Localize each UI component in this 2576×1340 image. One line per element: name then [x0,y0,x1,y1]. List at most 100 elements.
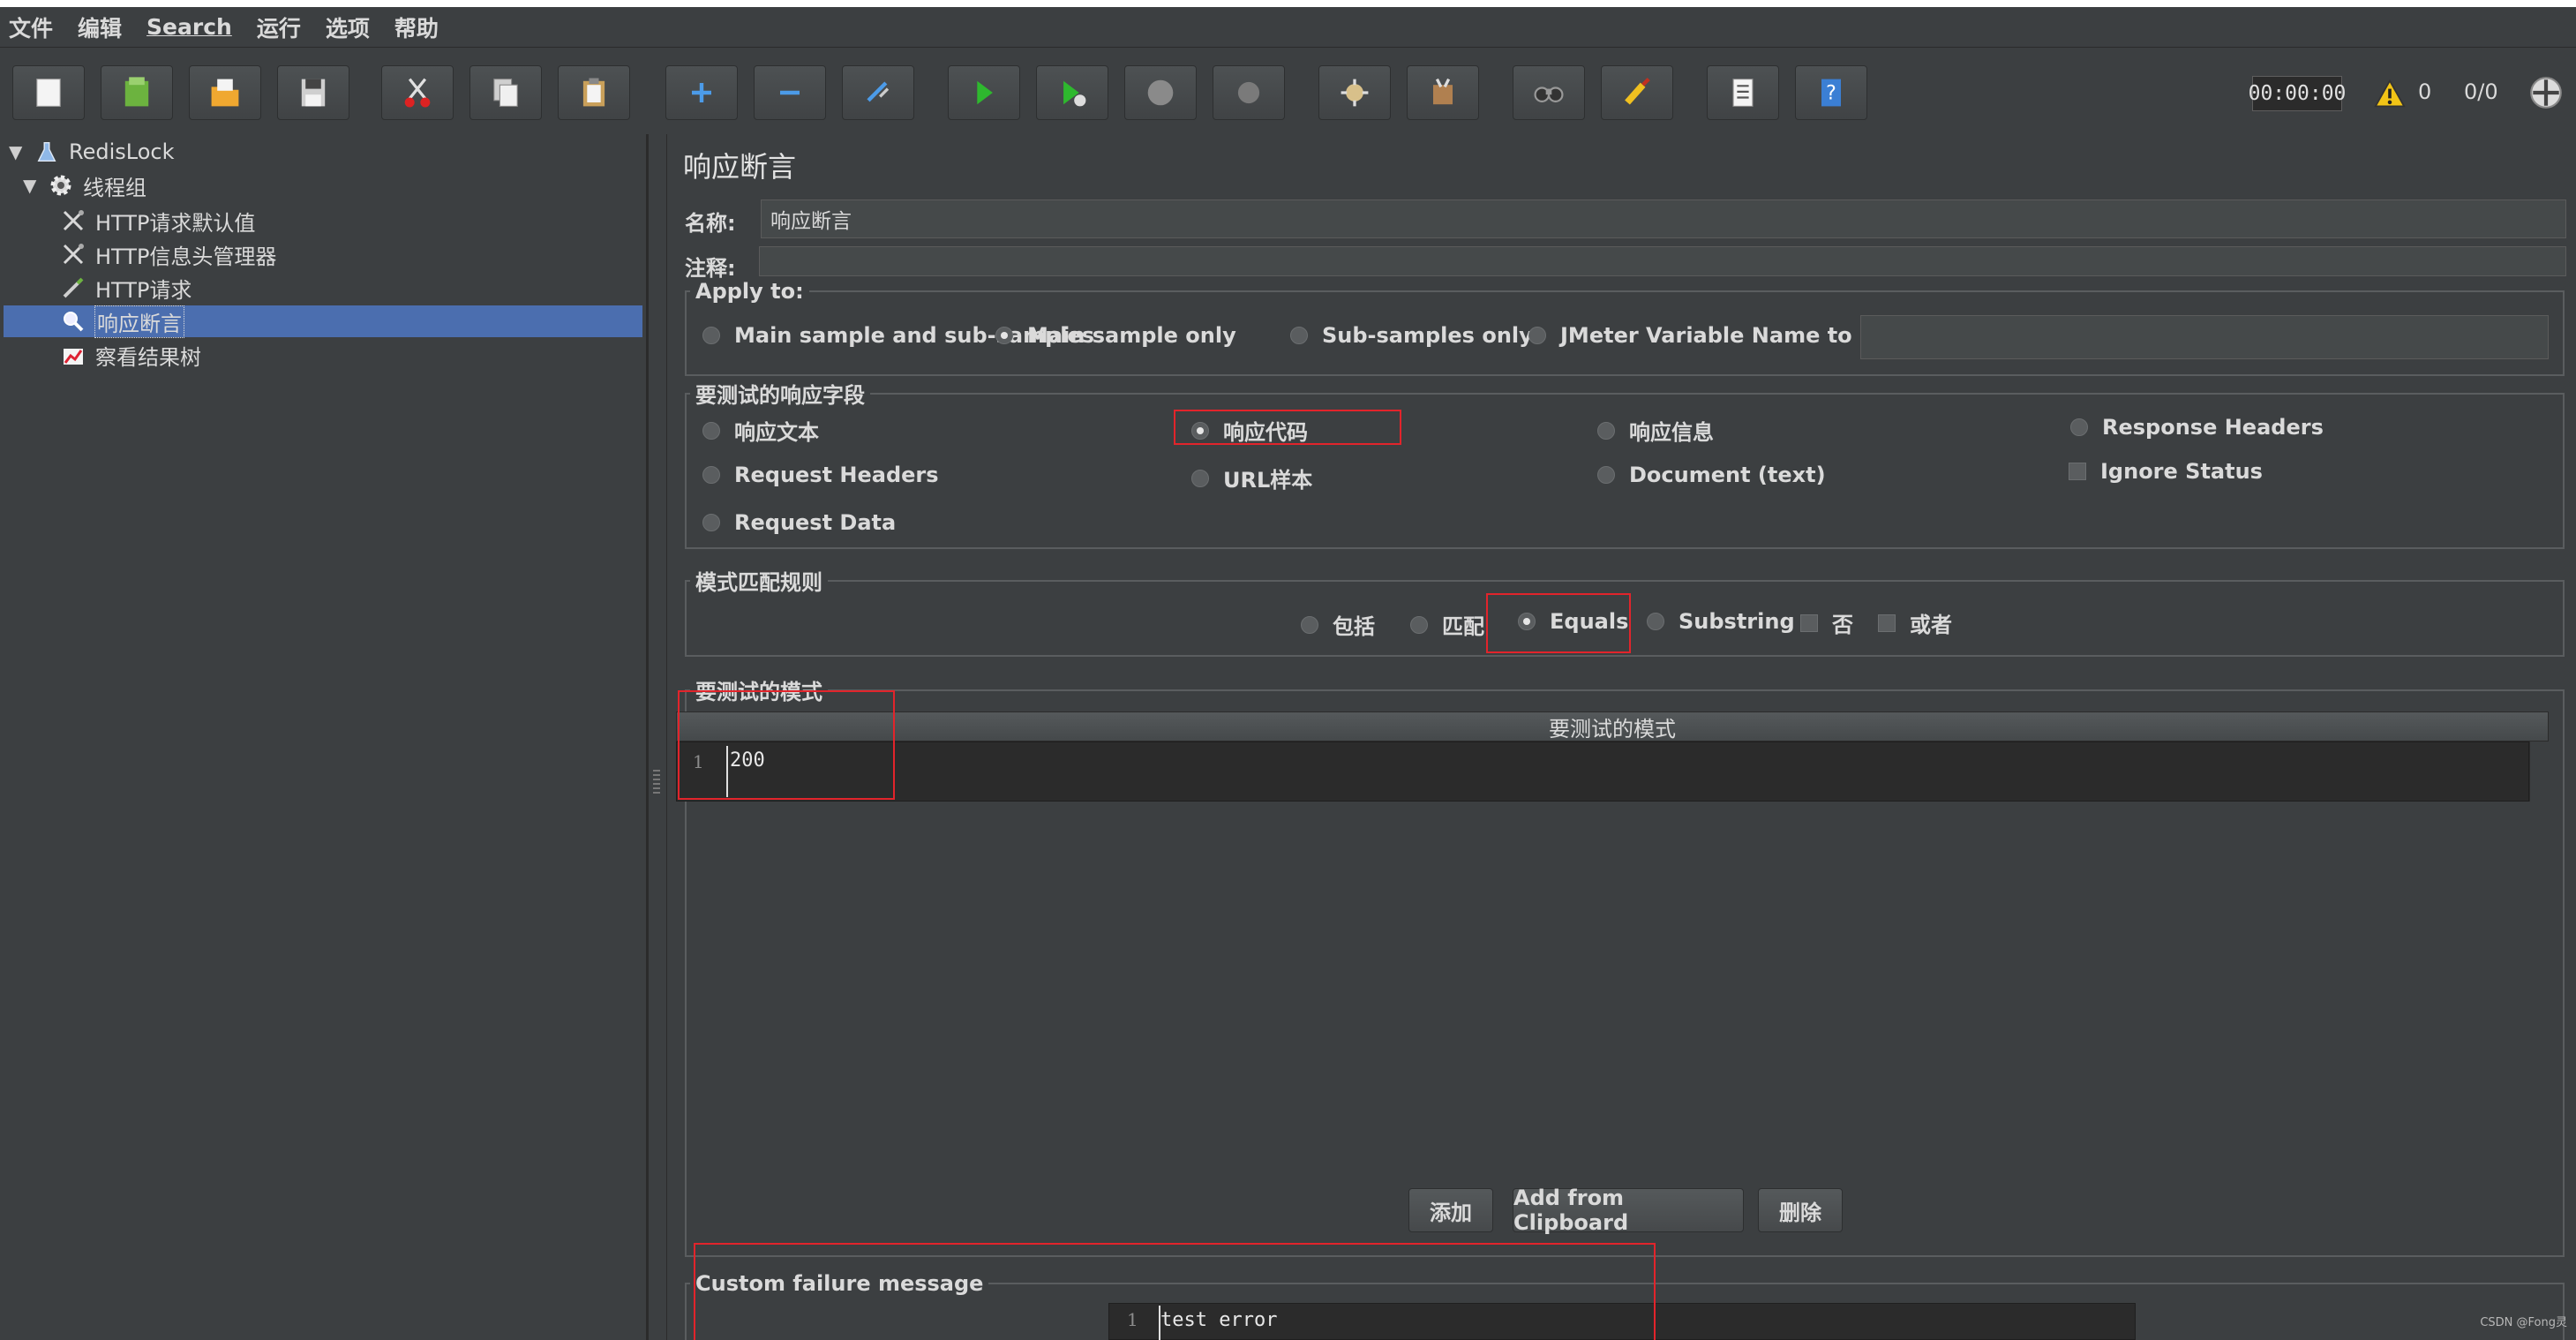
highlight-response-code [1174,410,1401,445]
new-icon [36,79,61,107]
clear-button[interactable] [1318,65,1391,120]
rule-or-checkbox[interactable]: 或者 [1878,607,1952,638]
tree-item-test-plan[interactable]: ▼ RedisLock [9,136,175,168]
pattern-scrollbar[interactable] [2529,742,2550,802]
field-request-data[interactable]: Request Data [702,510,896,535]
name-input[interactable]: 响应断言 [761,199,2566,238]
tree-item-response-assertion[interactable]: 响应断言 [4,305,642,338]
thread-group-icon [46,170,76,200]
search-icon [1534,87,1564,102]
open-button[interactable] [189,65,261,120]
radio-icon[interactable] [1301,615,1318,634]
checkbox-icon[interactable] [1800,614,1818,632]
field-url-sample[interactable]: URL样本 [1191,463,1312,493]
help-button[interactable]: ? [1795,65,1867,120]
help-icon: ? [1821,79,1841,107]
option-label: Substring [1679,609,1795,634]
field-response-headers[interactable]: Response Headers [2070,415,2324,440]
shutdown-button[interactable] [1213,65,1285,120]
add-from-clipboard-button[interactable]: Add from Clipboard [1513,1186,1744,1235]
paste-button[interactable] [558,65,630,120]
highlight-failure-message [694,1243,1656,1340]
thread-count: 0/0 [2464,79,2498,104]
delete-button[interactable]: 删除 [1758,1188,1843,1232]
field-response-message[interactable]: 响应信息 [1597,415,1714,446]
radio-icon[interactable] [1597,466,1615,484]
checkbox-icon[interactable] [2069,463,2086,480]
menu-help[interactable]: 帮助 [394,11,439,43]
add-button[interactable]: 添加 [1408,1188,1493,1232]
radio-icon[interactable] [1528,327,1546,344]
radio-icon[interactable] [1647,613,1664,630]
assertion-icon [58,306,88,336]
expanded-arrow-icon[interactable]: ▼ [23,175,41,196]
tree-item-header-manager[interactable]: HTTP信息头管理器 [58,238,276,270]
clear-all-icon [1433,78,1453,105]
expand-all-button[interactable] [665,65,738,120]
field-request-headers[interactable]: Request Headers [702,463,939,487]
start-button[interactable] [948,65,1020,120]
menu-run[interactable]: 运行 [257,11,301,43]
rule-substring[interactable]: Substring [1647,609,1795,634]
radio-icon[interactable] [702,514,720,531]
tree-item-thread-group[interactable]: ▼ 线程组 [23,169,146,201]
radio-icon[interactable] [702,327,720,344]
templates-button[interactable] [101,65,173,120]
tree-item-http-request[interactable]: HTTP请求 [58,272,192,304]
rule-matches[interactable]: 匹配 [1410,609,1484,640]
tree-item-http-defaults[interactable]: HTTP请求默认值 [58,205,255,237]
expanded-arrow-icon[interactable]: ▼ [9,141,26,162]
radio-icon[interactable] [1410,615,1428,634]
field-document-text[interactable]: Document (text) [1597,463,1826,487]
copy-icon [493,79,518,107]
save-button[interactable] [277,65,349,120]
radio-icon[interactable] [1191,469,1209,487]
rule-not-checkbox[interactable]: 否 [1800,607,1853,638]
patterns-column-header[interactable]: 要测试的模式 [676,711,2549,742]
comment-input[interactable] [759,246,2566,276]
jmeter-variable-input[interactable] [1860,315,2549,359]
remote-icon[interactable] [2527,74,2565,111]
tree-item-results-tree[interactable]: 察看结果树 [58,339,201,371]
warning-icon[interactable] [2374,78,2406,109]
field-response-text[interactable]: 响应文本 [702,415,819,446]
clear-all-button[interactable] [1407,65,1479,120]
new-button[interactable] [12,65,85,120]
expand-icon [692,83,711,102]
paste-icon [582,78,605,107]
pattern-editor[interactable]: 1 200 [676,742,2529,802]
function-helper-button[interactable] [1707,65,1779,120]
radio-icon[interactable] [1290,327,1308,344]
rule-contains[interactable]: 包括 [1301,609,1375,640]
reset-search-button[interactable] [1601,65,1673,120]
radio-selected-icon[interactable] [995,327,1013,344]
radio-icon[interactable] [702,421,720,440]
search-button[interactable] [1513,65,1585,120]
toggle-button[interactable] [842,65,914,120]
menu-edit[interactable]: 编辑 [78,11,122,43]
menu-options[interactable]: 选项 [326,11,370,43]
menu-search[interactable]: Search [146,14,232,40]
radio-icon[interactable] [702,466,720,484]
apply-sub-only[interactable]: Sub-samples only [1290,323,1533,348]
stop-button[interactable] [1124,65,1197,120]
panel-splitter[interactable] [648,134,667,1340]
tree-item-label: 察看结果树 [95,344,201,370]
apply-main-only[interactable]: Main sample only [995,323,1236,348]
tree-item-label: RedisLock [69,139,175,164]
start-no-pause-icon [1063,80,1086,107]
collapse-all-button[interactable] [754,65,826,120]
copy-button[interactable] [469,65,542,120]
pattern-rules-legend: 模式匹配规则 [695,570,822,595]
splitter-grip[interactable] [653,770,660,794]
radio-icon[interactable] [2070,418,2088,436]
apply-jmeter-variable[interactable]: JMeter Variable Name to use [1528,323,1902,348]
sampler-icon [58,273,88,303]
menu-file[interactable]: 文件 [9,11,53,43]
radio-icon[interactable] [1597,421,1615,440]
start-no-pause-button[interactable] [1036,65,1108,120]
ignore-status-checkbox[interactable]: Ignore Status [2069,459,2263,484]
cut-button[interactable] [381,65,454,120]
panel-title: 响应断言 [683,150,797,184]
checkbox-icon[interactable] [1878,614,1896,632]
